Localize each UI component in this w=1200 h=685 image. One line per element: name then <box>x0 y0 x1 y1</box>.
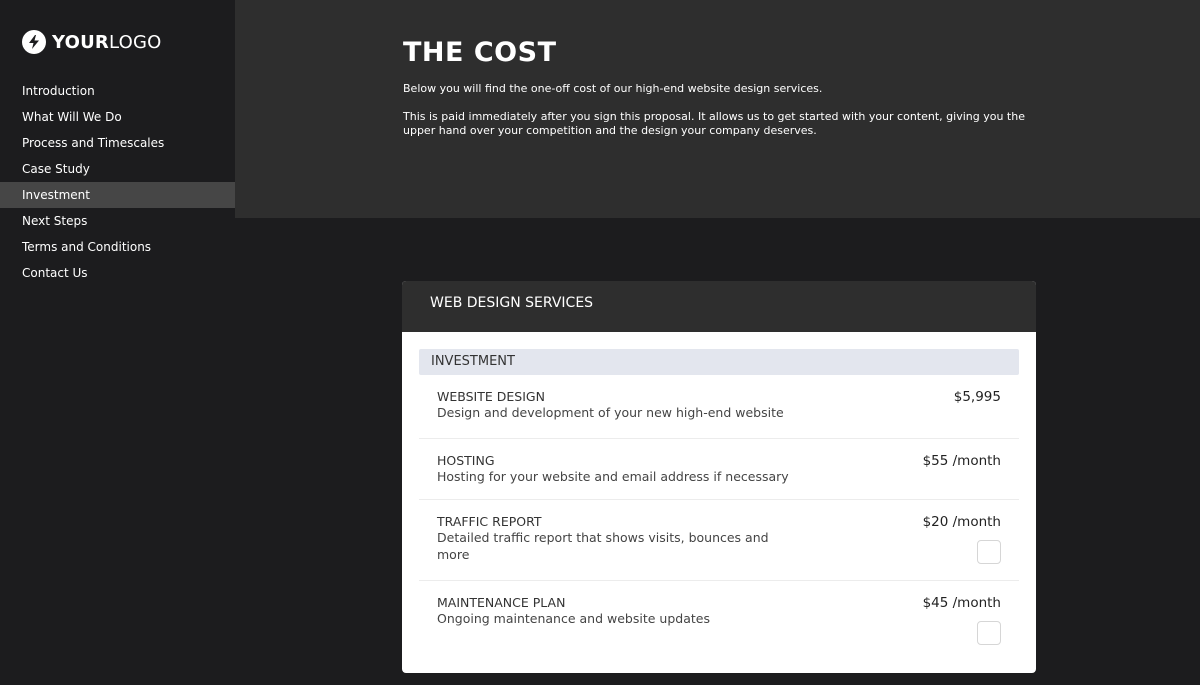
line-item-website-design: WEBSITE DESIGN Design and development of… <box>419 375 1019 439</box>
sidebar-nav: Introduction What Will We Do Process and… <box>0 78 235 286</box>
maintenance-plan-checkbox[interactable] <box>977 621 1001 645</box>
intro-paragraph: Below you will find the one-off cost of … <box>403 82 823 95</box>
section-header-investment: INVESTMENT <box>419 349 1019 375</box>
sidebar-item-what-will-we-do[interactable]: What Will We Do <box>0 104 235 130</box>
sidebar-item-investment[interactable]: Investment <box>0 182 235 208</box>
lightning-bolt-icon <box>22 30 46 54</box>
item-price: $20 /month <box>922 514 1001 530</box>
line-item-hosting: HOSTING Hosting for your website and ema… <box>419 439 1019 500</box>
logo[interactable]: YOURLOGO <box>22 30 161 54</box>
line-item-traffic-report: TRAFFIC REPORT Detailed traffic report t… <box>419 500 1019 581</box>
sidebar-item-case-study[interactable]: Case Study <box>0 156 235 182</box>
payment-paragraph: This is paid immediately after you sign … <box>403 110 1025 137</box>
hero-section: THE COST Below you will find the one-off… <box>235 0 1200 218</box>
item-title: HOSTING <box>437 453 495 468</box>
item-description: Hosting for your website and email addre… <box>437 469 789 484</box>
item-description: Ongoing maintenance and website updates <box>437 611 710 626</box>
item-description: Design and development of your new high-… <box>437 405 784 420</box>
card-title: WEB DESIGN SERVICES <box>402 281 1036 332</box>
logo-text: YOURLOGO <box>52 32 161 53</box>
traffic-report-checkbox[interactable] <box>977 540 1001 564</box>
item-title: MAINTENANCE PLAN <box>437 595 566 610</box>
sidebar: YOURLOGO Introduction What Will We Do Pr… <box>0 0 235 685</box>
sidebar-item-process-and-timescales[interactable]: Process and Timescales <box>0 130 235 156</box>
page-title: THE COST <box>403 37 557 68</box>
sidebar-item-next-steps[interactable]: Next Steps <box>0 208 235 234</box>
logo-text-bold: YOUR <box>52 31 109 53</box>
logo-text-light: LOGO <box>108 31 162 53</box>
item-price: $55 /month <box>922 453 1001 469</box>
pricing-card: WEB DESIGN SERVICES INVESTMENT WEBSITE D… <box>402 281 1036 673</box>
item-description: Detailed traffic report that shows visit… <box>437 530 769 562</box>
sidebar-item-contact-us[interactable]: Contact Us <box>0 260 235 286</box>
sidebar-item-introduction[interactable]: Introduction <box>0 78 235 104</box>
line-item-maintenance-plan: MAINTENANCE PLAN Ongoing maintenance and… <box>419 581 1019 661</box>
item-price: $45 /month <box>922 595 1001 611</box>
item-price: $5,995 <box>953 389 1001 405</box>
sidebar-item-terms-and-conditions[interactable]: Terms and Conditions <box>0 234 235 260</box>
item-title: TRAFFIC REPORT <box>437 514 542 529</box>
item-title: WEBSITE DESIGN <box>437 389 545 404</box>
